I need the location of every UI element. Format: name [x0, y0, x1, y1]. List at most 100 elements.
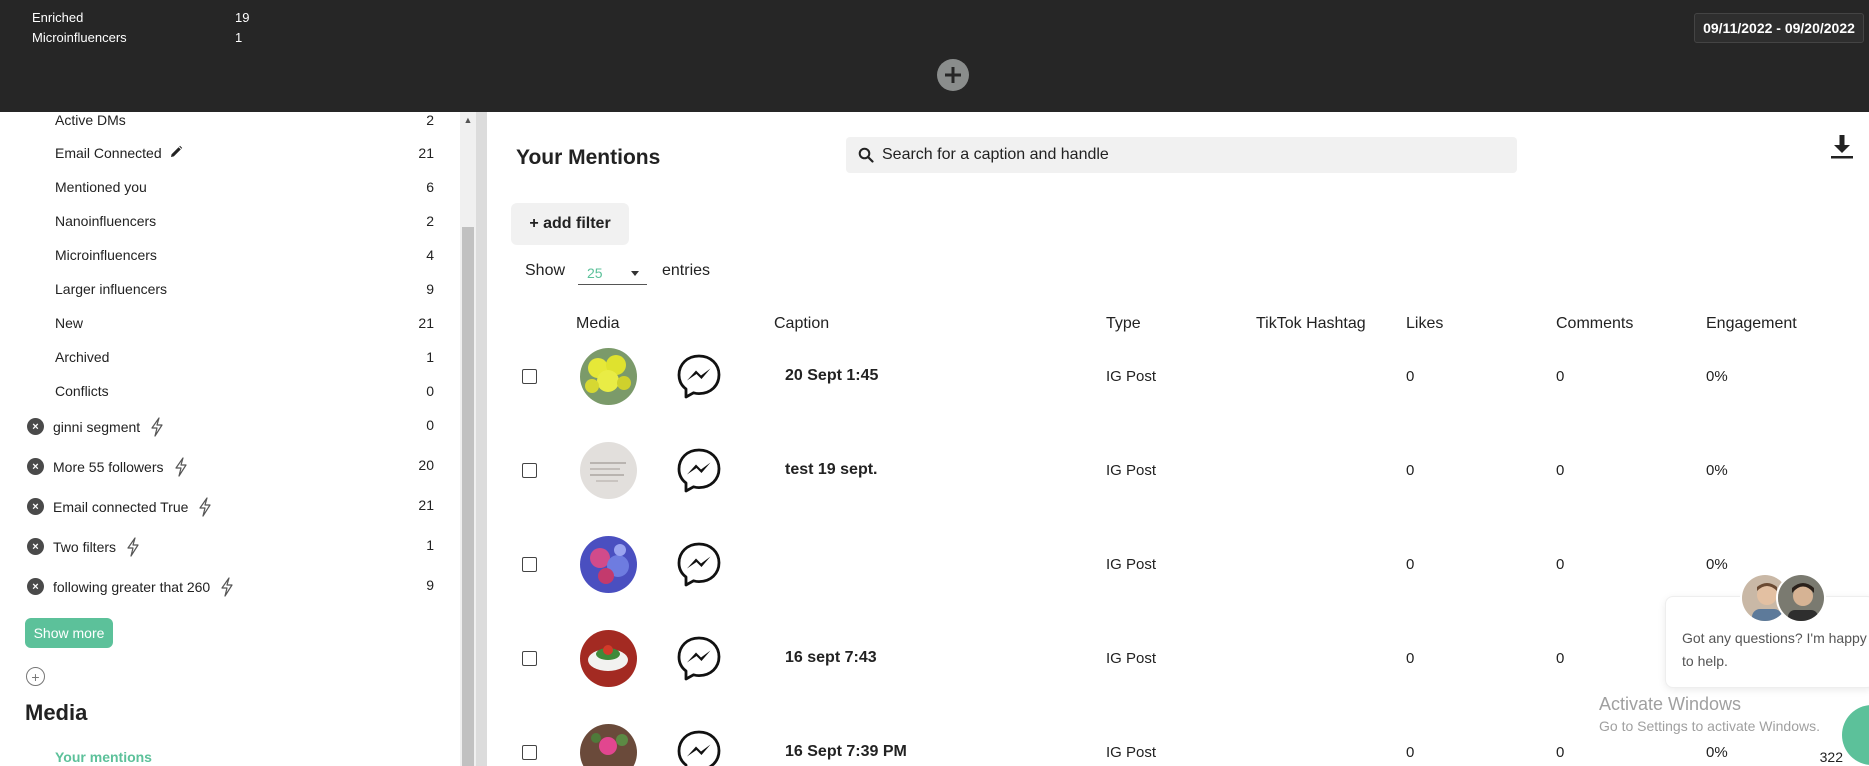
sidebar-item-label: Conflicts: [55, 383, 109, 399]
sidebar-item-count: 21: [418, 145, 434, 161]
row-checkbox[interactable]: [522, 651, 537, 666]
row-likes: 0: [1406, 462, 1415, 479]
lightning-icon: [199, 497, 212, 517]
sidebar-item-label: Active DMs: [55, 112, 126, 128]
download-icon: [1831, 135, 1853, 159]
row-engagement: 0%: [1706, 368, 1728, 385]
sidebar-item-count: 0: [426, 383, 434, 399]
panel-divider: [476, 112, 487, 766]
column-header-media[interactable]: Media: [576, 315, 620, 333]
search-input[interactable]: [882, 146, 1482, 164]
sidebar-item-count: 1: [426, 349, 434, 365]
lightning-icon: [221, 577, 233, 597]
lightning-icon: [127, 537, 139, 557]
download-button[interactable]: [1830, 134, 1854, 165]
row-likes: 0: [1406, 368, 1415, 385]
row-caption: test 19 sept.: [785, 461, 878, 478]
remove-segment-icon[interactable]: ×: [27, 458, 44, 475]
chat-launcher-button[interactable]: [1842, 705, 1869, 765]
segment-label: following greater that 260: [53, 579, 211, 595]
column-header-engagement[interactable]: Engagement: [1706, 315, 1797, 333]
segment-count: 20: [418, 457, 434, 473]
row-comments: 0: [1556, 556, 1565, 573]
row-type: IG Post: [1106, 744, 1157, 761]
windows-activation-subtitle: Go to Settings to activate Windows.: [1599, 718, 1820, 734]
row-comments: 0: [1556, 368, 1565, 385]
remove-segment-icon[interactable]: ×: [27, 578, 44, 595]
row-type: IG Post: [1106, 650, 1157, 667]
row-checkbox[interactable]: [522, 745, 537, 760]
remove-segment-icon[interactable]: ×: [27, 538, 44, 555]
sidebar-item-your-mentions[interactable]: Your mentions: [55, 749, 152, 765]
row-comments: 0: [1556, 744, 1565, 761]
messenger-icon[interactable]: [675, 352, 723, 400]
scrollbar-thumb[interactable]: [462, 227, 474, 766]
row-engagement: 0%: [1706, 462, 1728, 479]
media-heading: Media: [25, 700, 88, 725]
entries-value: 25: [587, 265, 603, 281]
media-thumbnail[interactable]: [580, 630, 637, 687]
row-checkbox[interactable]: [522, 369, 537, 384]
messenger-icon[interactable]: [675, 634, 723, 682]
segment-count: 0: [426, 417, 434, 433]
column-header-type[interactable]: Type: [1106, 315, 1141, 333]
caret-down-icon: [631, 271, 639, 276]
row-comments: 0: [1556, 650, 1565, 667]
entries-per-page-select[interactable]: 25: [578, 260, 647, 285]
colorful-pattern-image: [580, 536, 637, 593]
row-comments: 0: [1556, 462, 1565, 479]
media-thumbnail[interactable]: [580, 442, 637, 499]
pencil-icon: [170, 145, 182, 157]
segment-count: 1: [426, 537, 434, 553]
remove-segment-icon[interactable]: ×: [27, 498, 44, 515]
column-header-likes[interactable]: Likes: [1406, 315, 1443, 333]
row-checkbox[interactable]: [522, 463, 537, 478]
row-engagement: 0%: [1706, 556, 1728, 573]
media-thumbnail[interactable]: [580, 536, 637, 593]
sidebar-item-count: 9: [426, 281, 434, 297]
messenger-icon[interactable]: [675, 728, 723, 766]
row-likes: 0: [1406, 650, 1415, 667]
column-header-caption[interactable]: Caption: [774, 315, 829, 333]
messenger-icon[interactable]: [675, 540, 723, 588]
media-thumbnail[interactable]: [580, 348, 637, 405]
sidebar-item-count: 2: [426, 112, 434, 128]
pink-flower-image: [580, 724, 637, 766]
row-type: IG Post: [1106, 556, 1157, 573]
sidebar-scrollbar[interactable]: ▲: [460, 112, 476, 766]
row-likes: 0: [1406, 556, 1415, 573]
segment-count: 21: [418, 497, 434, 513]
sidebar-item-label: Nanoinfluencers: [55, 213, 157, 229]
row-type: IG Post: [1106, 368, 1157, 385]
row-caption: 20 Sept 1:45: [785, 367, 879, 384]
column-header-tiktok-hashtag[interactable]: TikTok Hashtag: [1256, 315, 1366, 333]
sidebar-item-count: 4: [426, 247, 434, 263]
document-image: [580, 442, 637, 499]
add-filter-button[interactable]: + add filter: [511, 203, 629, 245]
remove-segment-icon[interactable]: ×: [27, 418, 44, 435]
yellow-flowers-image: [580, 348, 637, 405]
sidebar-item-label: Mentioned you: [55, 179, 147, 195]
sidebar-item-count: 21: [418, 315, 434, 331]
search-bar[interactable]: [846, 137, 1517, 173]
segment-label: ginni segment: [53, 419, 141, 435]
row-caption: 16 sept 7:43: [785, 649, 877, 666]
row-type: IG Post: [1106, 462, 1157, 479]
messenger-icon[interactable]: [675, 446, 723, 494]
row-checkbox[interactable]: [522, 557, 537, 572]
scroll-up-arrow-icon[interactable]: ▲: [460, 112, 476, 128]
flower-arrangement-image: [580, 630, 637, 687]
search-icon: [858, 147, 874, 163]
windows-activation-title: Activate Windows: [1599, 694, 1742, 714]
chat-message: Got any questions? I'm happy to help.: [1682, 630, 1867, 669]
column-header-comments[interactable]: Comments: [1556, 315, 1633, 333]
add-segment-icon[interactable]: +: [26, 667, 45, 686]
show-label: Show: [525, 262, 566, 279]
show-more-button[interactable]: Show more: [25, 618, 113, 648]
row-engagement: 0%: [1706, 744, 1728, 761]
sidebar: Active DMs 2 Email Connected 21 Mentione…: [0, 112, 460, 766]
sidebar-item-label: Larger influencers: [55, 281, 168, 297]
sidebar-item-label: Email Connected: [55, 145, 162, 161]
lightning-icon: [174, 457, 187, 477]
media-thumbnail[interactable]: [580, 724, 637, 766]
